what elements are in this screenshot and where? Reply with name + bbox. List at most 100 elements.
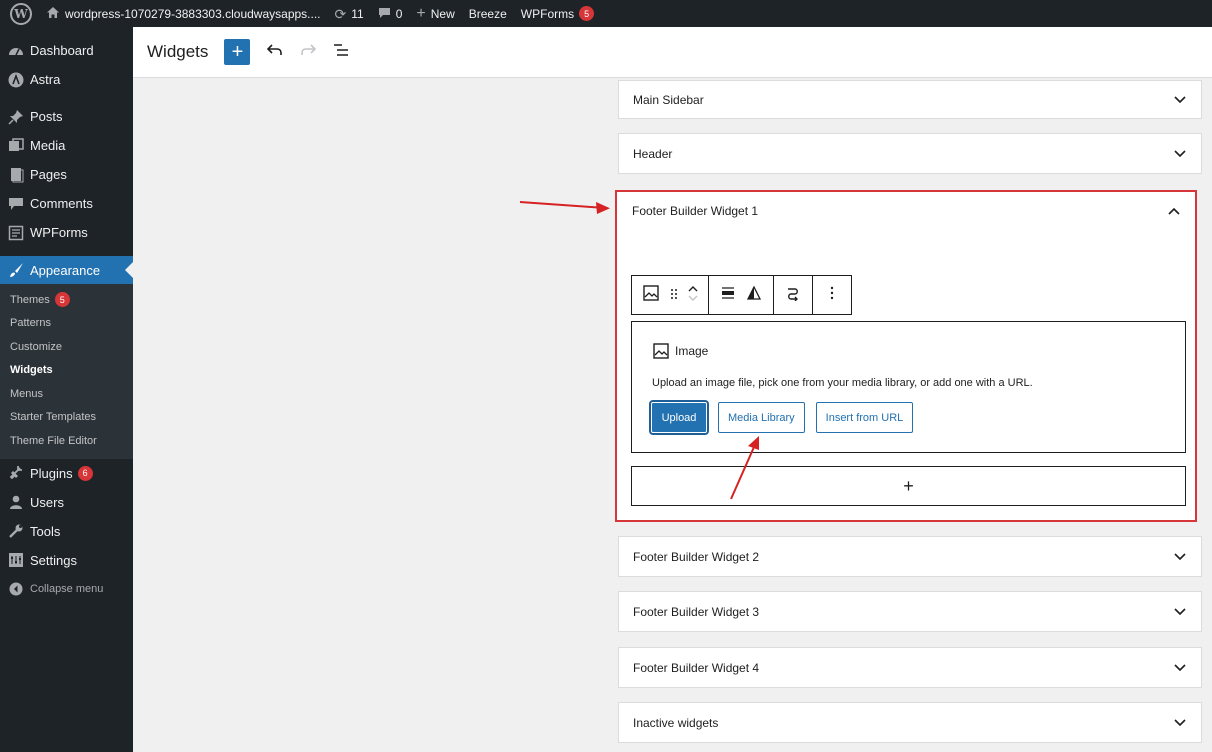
block-toolbar-group-align: [709, 276, 774, 314]
more-vertical-icon: [830, 286, 834, 304]
duotone-button[interactable]: [741, 280, 767, 310]
image-block-placeholder[interactable]: Image Upload an image file, pick one fro…: [631, 321, 1186, 453]
submenu-item-label: Patterns: [10, 317, 51, 330]
block-appender-button[interactable]: +: [631, 466, 1186, 506]
breeze-label: Breeze: [468, 6, 507, 21]
widget-area-title: Footer Builder Widget 1: [632, 204, 759, 218]
submenu-item-customize[interactable]: Customize: [0, 335, 133, 359]
widget-area-title: Main Sidebar: [633, 92, 704, 107]
image-icon: [643, 285, 659, 305]
widget-area-title: Footer Builder Widget 3: [633, 604, 760, 619]
image-block-title: Image: [653, 343, 708, 359]
dashboard-icon: [8, 43, 24, 59]
breeze-link[interactable]: Breeze: [462, 0, 514, 27]
sidebar-item-label: Pages: [30, 167, 67, 182]
plus-icon: +: [416, 4, 426, 22]
collapse-menu-label: Collapse menu: [30, 583, 104, 595]
widget-area-main-sidebar[interactable]: Main Sidebar: [618, 80, 1202, 119]
admin-sidebar: Dashboard Astra Posts Media Pages Commen…: [0, 27, 133, 752]
submenu-item-starter-templates[interactable]: Starter Templates: [0, 406, 133, 430]
chevron-up-icon[interactable]: [1167, 204, 1181, 218]
submenu-item-theme-file-editor[interactable]: Theme File Editor: [0, 429, 133, 453]
image-icon: [653, 343, 669, 359]
wordpress-icon: W: [10, 2, 32, 25]
list-view-button[interactable]: [328, 39, 354, 65]
transform-button[interactable]: [780, 280, 806, 310]
sidebar-item-pages[interactable]: Pages: [0, 160, 133, 189]
submenu-item-themes[interactable]: Themes 5: [0, 288, 133, 312]
drag-handle[interactable]: [664, 280, 684, 310]
sidebar-item-label: Astra: [30, 72, 61, 87]
align-button[interactable]: [715, 280, 741, 310]
widget-area-header[interactable]: Header: [618, 133, 1202, 174]
sidebar-item-tools[interactable]: Tools: [0, 517, 133, 546]
undo-icon: [267, 42, 283, 62]
chevron-down-icon[interactable]: [1173, 716, 1187, 730]
sidebar-item-plugins[interactable]: Plugins 6: [0, 459, 133, 488]
submenu-item-widgets[interactable]: Widgets: [0, 359, 133, 383]
widget-area-title: Footer Builder Widget 2: [633, 549, 760, 564]
sidebar-item-appearance[interactable]: Appearance: [0, 256, 133, 284]
home-icon: [46, 6, 60, 21]
site-name-link[interactable]: wordpress-1070279-3883303.cloudwaysapps.…: [39, 0, 328, 27]
insert-from-url-button[interactable]: Insert from URL: [815, 402, 914, 433]
widget-area-footer-builder-3[interactable]: Footer Builder Widget 3: [618, 591, 1202, 632]
block-toolbar-group-options: [813, 276, 851, 314]
media-icon: [8, 137, 24, 154]
sidebar-item-posts[interactable]: Posts: [0, 102, 133, 131]
wrench-icon: [8, 523, 24, 539]
widget-area-title: Footer Builder Widget 4: [633, 660, 760, 675]
upload-button[interactable]: Upload: [651, 402, 707, 433]
submenu-item-label: Widgets: [10, 364, 53, 377]
sidebar-item-comments[interactable]: Comments: [0, 189, 133, 218]
block-toolbar-group-parent: [632, 276, 709, 314]
move-up-icon[interactable]: [688, 285, 698, 295]
submenu-item-label: Menus: [10, 387, 44, 400]
chevron-down-icon[interactable]: [1173, 550, 1187, 564]
undo-button[interactable]: [262, 39, 288, 65]
widget-area-inactive-widgets[interactable]: Inactive widgets: [618, 702, 1202, 743]
comments-link[interactable]: 0: [371, 0, 410, 27]
chevron-down-icon[interactable]: [1173, 605, 1187, 619]
image-block-label: Image: [675, 344, 709, 358]
widget-area-footer-builder-4[interactable]: Footer Builder Widget 4: [618, 647, 1202, 688]
sidebar-item-astra[interactable]: Astra: [0, 65, 133, 94]
sidebar-item-label: Media: [30, 138, 66, 153]
sidebar-item-settings[interactable]: Settings: [0, 546, 133, 575]
chevron-down-icon[interactable]: [1173, 661, 1187, 675]
submenu-item-label: Starter Templates: [10, 411, 97, 424]
submenu-item-menus[interactable]: Menus: [0, 382, 133, 406]
add-block-button[interactable]: +: [224, 39, 251, 65]
list-view-icon: [333, 42, 349, 62]
block-type-button[interactable]: [638, 280, 664, 310]
chevron-down-icon[interactable]: [1173, 93, 1187, 107]
chevron-down-icon[interactable]: [1173, 147, 1187, 161]
updates-count: 11: [351, 6, 364, 21]
updates-link[interactable]: ⟳ 11: [328, 0, 371, 27]
plus-icon: +: [231, 40, 244, 63]
sidebar-item-users[interactable]: Users: [0, 488, 133, 517]
sidebar-item-media[interactable]: Media: [0, 131, 133, 160]
wordpress-logo[interactable]: W: [0, 0, 39, 27]
sidebar-item-wpforms[interactable]: WPForms: [0, 218, 133, 247]
image-block-actions: Upload Media Library Insert from URL: [651, 402, 924, 433]
more-options-button[interactable]: [819, 280, 845, 310]
arrow-to-footer-widget-1: [519, 201, 610, 214]
plugin-icon: [8, 465, 24, 481]
submenu-item-patterns[interactable]: Patterns: [0, 312, 133, 336]
widget-area-title: Header: [633, 146, 673, 161]
redo-button[interactable]: [295, 39, 321, 65]
move-down-icon[interactable]: [688, 295, 698, 305]
media-library-button[interactable]: Media Library: [718, 402, 805, 433]
widget-area-footer-builder-2[interactable]: Footer Builder Widget 2: [618, 536, 1202, 577]
block-mover: [684, 285, 702, 305]
form-icon: [8, 225, 24, 241]
new-content-link[interactable]: + New: [409, 0, 461, 27]
collapse-menu-button[interactable]: Collapse menu: [0, 575, 133, 604]
block-toolbar-group-link: [774, 276, 813, 314]
wpforms-link[interactable]: WPForms 5: [514, 0, 601, 27]
sidebar-item-label: Appearance: [30, 262, 101, 278]
site-name: wordpress-1070279-3883303.cloudwaysapps.…: [65, 6, 321, 21]
sidebar-item-dashboard[interactable]: Dashboard: [0, 36, 133, 65]
drag-handle-icon: [670, 287, 678, 304]
